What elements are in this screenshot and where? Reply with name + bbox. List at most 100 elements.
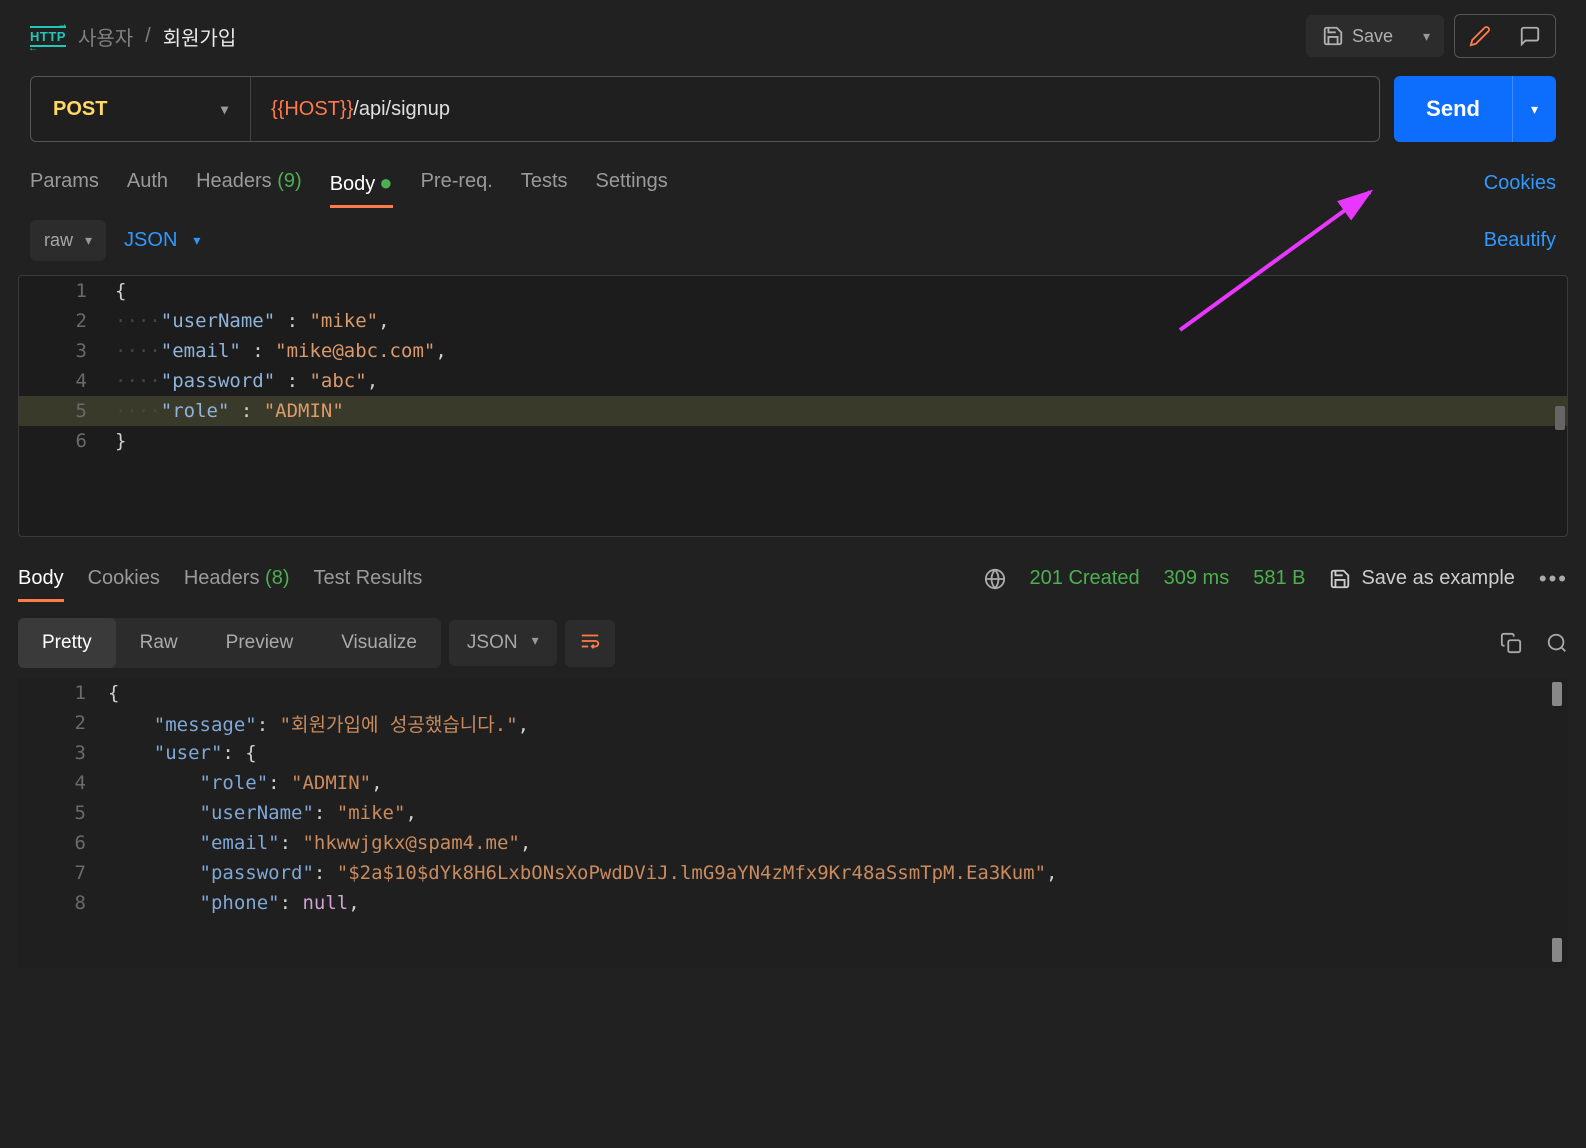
view-mode-group: Pretty Raw Preview Visualize [18, 618, 441, 668]
request-body-editor[interactable]: 1{ 2····"userName" : "mike", 3····"email… [18, 275, 1568, 537]
line-number: 8 [18, 892, 108, 914]
cookies-link[interactable]: Cookies [1484, 172, 1556, 195]
mode-raw[interactable]: Raw [116, 618, 202, 668]
save-button[interactable]: Save [1306, 15, 1409, 57]
save-button-group: Save ▾ [1306, 15, 1444, 57]
tab-body[interactable]: Body● [330, 160, 393, 206]
beautify-link[interactable]: Beautify [1484, 229, 1556, 252]
url-variable: {{HOST}} [271, 98, 353, 120]
edit-button[interactable] [1455, 15, 1505, 57]
json-value: "회원가입에 성공했습니다." [280, 714, 518, 736]
comment-button[interactable] [1505, 15, 1555, 57]
chevron-down-icon: ▾ [85, 232, 92, 249]
request-tabs: Params Auth Headers (9) Body● Pre-req. T… [30, 160, 668, 206]
resp-headers-count: (8) [265, 567, 289, 589]
json-key: "role" [161, 400, 230, 422]
save-as-example-button[interactable]: Save as example [1329, 567, 1514, 590]
line-number: 4 [19, 370, 107, 392]
side-actions [1454, 14, 1556, 58]
json-value: "abc" [309, 370, 366, 392]
line-number: 1 [19, 280, 107, 302]
line-number: 2 [19, 310, 107, 332]
method-select[interactable]: POST ▾ [31, 77, 251, 141]
json-value: "ADMIN" [264, 400, 344, 422]
response-size: 581 B [1253, 567, 1305, 590]
json-key: "password" [200, 862, 314, 884]
tab-tests[interactable]: Tests [521, 160, 568, 206]
tab-settings[interactable]: Settings [596, 160, 668, 206]
line-number: 5 [19, 400, 107, 422]
viewer-row: Pretty Raw Preview Visualize JSON ▾ [0, 608, 1586, 678]
resp-tab-headers[interactable]: Headers (8) [184, 557, 290, 600]
globe-icon[interactable] [984, 568, 1006, 590]
tab-headers-label: Headers [196, 170, 272, 192]
resp-headers-label: Headers [184, 567, 260, 589]
status-code: 201 Created [1030, 567, 1140, 590]
minimap-scrollbar[interactable] [1552, 938, 1562, 962]
body-mode-label: raw [44, 230, 73, 251]
url-bar: POST ▾ {{HOST}}/api/signup [30, 76, 1380, 142]
json-value: "hkwwjgkx@spam4.me" [302, 832, 519, 854]
line-number: 4 [18, 772, 108, 794]
line-number: 1 [18, 682, 108, 704]
save-example-label: Save as example [1361, 567, 1514, 590]
minimap-scrollbar[interactable] [1552, 682, 1562, 706]
more-options[interactable]: ••• [1539, 566, 1568, 592]
json-key: "phone" [200, 892, 280, 914]
search-icon[interactable] [1546, 632, 1568, 654]
resp-tab-body[interactable]: Body [18, 557, 64, 600]
tab-body-label: Body [330, 173, 376, 195]
tab-auth[interactable]: Auth [127, 160, 168, 206]
json-value: null [302, 892, 348, 914]
chevron-down-icon: ▾ [221, 101, 228, 118]
top-actions: Save ▾ [1306, 14, 1556, 58]
send-dropdown[interactable]: ▾ [1512, 76, 1556, 142]
line-number: 7 [18, 862, 108, 884]
line-number: 5 [18, 802, 108, 824]
wrap-lines-button[interactable] [565, 620, 615, 667]
tab-params[interactable]: Params [30, 160, 99, 206]
response-time: 309 ms [1164, 567, 1230, 590]
resp-tab-cookies[interactable]: Cookies [88, 557, 160, 600]
pencil-icon [1469, 25, 1491, 47]
http-icon: HTTP [30, 26, 66, 47]
response-body-editor[interactable]: 1{ 2 "message": "회원가입에 성공했습니다.", 3 "user… [18, 678, 1568, 968]
breadcrumb-folder[interactable]: 사용자 [78, 22, 133, 51]
breadcrumb: HTTP 사용자 / 회원가입 [30, 22, 236, 51]
breadcrumb-name[interactable]: 회원가입 [163, 22, 237, 51]
mode-pretty[interactable]: Pretty [18, 618, 116, 668]
save-dropdown[interactable]: ▾ [1409, 15, 1444, 57]
url-input[interactable]: {{HOST}}/api/signup [251, 98, 1379, 121]
json-key: "userName" [200, 802, 314, 824]
save-icon [1329, 568, 1351, 590]
tab-headers[interactable]: Headers (9) [196, 160, 302, 206]
response-tabs-row: Body Cookies Headers (8) Test Results 20… [0, 537, 1586, 608]
json-key: "email" [200, 832, 280, 854]
viewer-right [1500, 632, 1568, 654]
body-modified-dot: ● [379, 170, 392, 195]
body-type-select[interactable]: JSON ▾ [124, 229, 200, 252]
minimap-scrollbar[interactable] [1555, 406, 1565, 430]
line-number: 3 [19, 340, 107, 362]
body-mode-select[interactable]: raw ▾ [30, 220, 106, 261]
json-value: "mike" [337, 802, 406, 824]
body-controls: raw ▾ JSON ▾ Beautify [0, 212, 1586, 275]
format-label: JSON [467, 632, 518, 654]
response-tabs: Body Cookies Headers (8) Test Results [18, 557, 422, 600]
viewer-modes: Pretty Raw Preview Visualize JSON ▾ [18, 618, 615, 668]
tab-headers-count: (9) [277, 170, 301, 192]
mode-visualize[interactable]: Visualize [317, 618, 441, 668]
copy-icon[interactable] [1500, 632, 1522, 654]
json-value: "mike" [309, 310, 378, 332]
tab-prereq[interactable]: Pre-req. [421, 160, 493, 206]
send-button-group: Send ▾ [1394, 76, 1556, 142]
url-row: POST ▾ {{HOST}}/api/signup Send ▾ [0, 72, 1586, 154]
comment-icon [1519, 25, 1541, 47]
resp-tab-testresults[interactable]: Test Results [313, 557, 422, 600]
breadcrumb-separator: / [145, 25, 151, 48]
method-label: POST [53, 98, 107, 121]
format-select[interactable]: JSON ▾ [449, 620, 557, 666]
send-button[interactable]: Send [1394, 76, 1512, 142]
mode-preview[interactable]: Preview [202, 618, 318, 668]
response-meta: 201 Created 309 ms 581 B Save as example… [984, 566, 1568, 592]
